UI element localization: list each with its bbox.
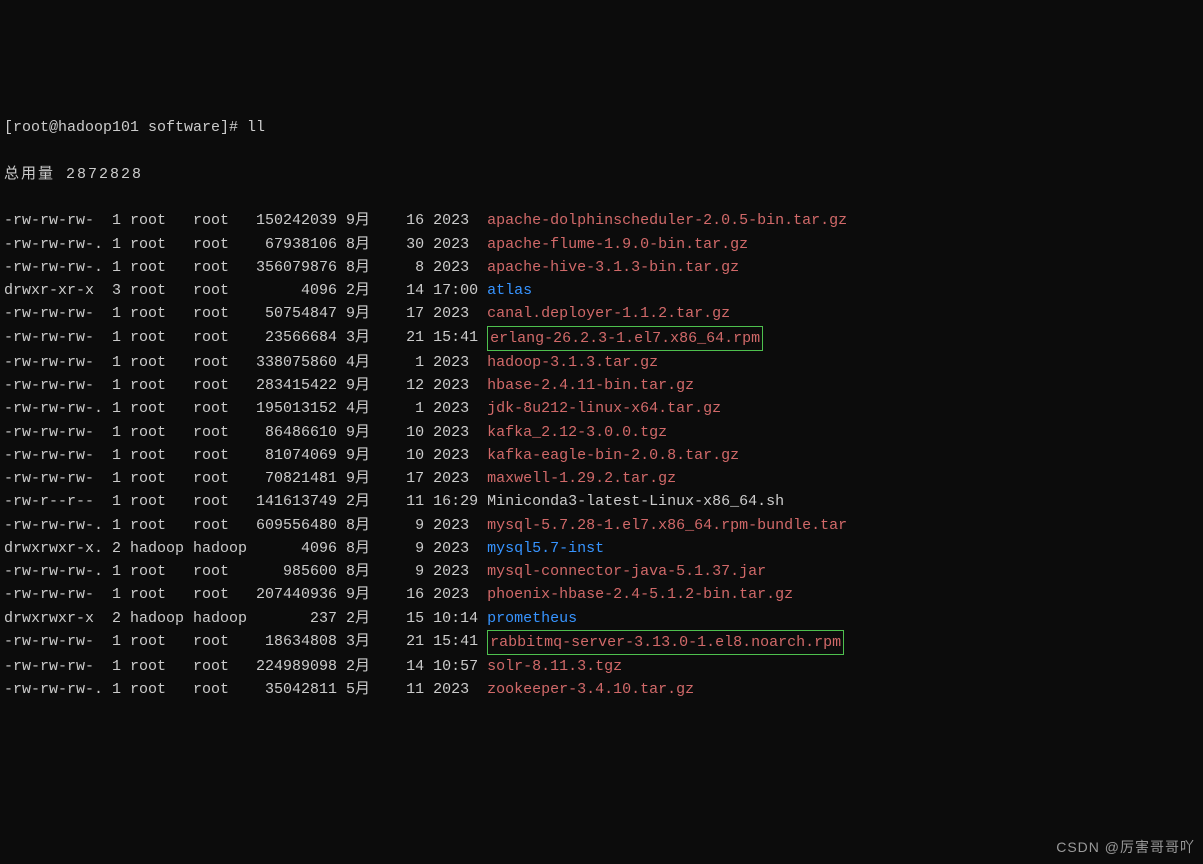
file-name: Miniconda3-latest-Linux-x86_64.sh — [487, 490, 784, 513]
file-name: apache-dolphinscheduler-2.0.5-bin.tar.gz — [487, 209, 847, 232]
file-name: rabbitmq-server-3.13.0-1.el8.noarch.rpm — [487, 630, 844, 655]
file-name: hbase-2.4.11-bin.tar.gz — [487, 374, 694, 397]
file-name: solr-8.11.3.tgz — [487, 655, 622, 678]
file-name: apache-hive-3.1.3-bin.tar.gz — [487, 256, 739, 279]
file-name: hadoop-3.1.3.tar.gz — [487, 351, 658, 374]
permissions: drwxrwxr-x 2 hadoop hadoop 237 2月 15 10:… — [4, 607, 487, 630]
table-row: -rw-rw-rw- 1 root root 18634808 3月 21 15… — [4, 630, 1199, 655]
table-row: -rw-rw-rw- 1 root root 207440936 9月 16 2… — [4, 583, 1199, 606]
file-listing: -rw-rw-rw- 1 root root 150242039 9月 16 2… — [4, 209, 1199, 701]
table-row: -rw-rw-rw- 1 root root 150242039 9月 16 2… — [4, 209, 1199, 232]
permissions: -rw-rw-rw-. 1 root root 356079876 8月 8 2… — [4, 256, 487, 279]
file-name: mysql5.7-inst — [487, 537, 604, 560]
permissions: drwxr-xr-x 3 root root 4096 2月 14 17:00 — [4, 279, 487, 302]
permissions: -rw-rw-rw-. 1 root root 35042811 5月 11 2… — [4, 678, 487, 701]
file-name: canal.deployer-1.1.2.tar.gz — [487, 302, 730, 325]
table-row: -rw-rw-rw-. 1 root root 609556480 8月 9 2… — [4, 514, 1199, 537]
table-row: -rw-rw-rw- 1 root root 50754847 9月 17 20… — [4, 302, 1199, 325]
table-row: -rw-rw-rw- 1 root root 338075860 4月 1 20… — [4, 351, 1199, 374]
file-name: kafka_2.12-3.0.0.tgz — [487, 421, 667, 444]
total-line: 总用量 2872828 — [4, 163, 1199, 186]
table-row: -rw-rw-rw-. 1 root root 67938106 8月 30 2… — [4, 233, 1199, 256]
terminal-output: [root@hadoop101 software]# ll 总用量 287282… — [4, 93, 1199, 725]
permissions: -rw-rw-rw-. 1 root root 609556480 8月 9 2… — [4, 514, 487, 537]
file-name: prometheus — [487, 607, 577, 630]
permissions: -rw-rw-rw- 1 root root 50754847 9月 17 20… — [4, 302, 487, 325]
file-name: phoenix-hbase-2.4-5.1.2-bin.tar.gz — [487, 583, 793, 606]
watermark: CSDN @厉害哥哥吖 — [1056, 837, 1195, 859]
table-row: -rw-rw-rw- 1 root root 224989098 2月 14 1… — [4, 655, 1199, 678]
file-name: erlang-26.2.3-1.el7.x86_64.rpm — [487, 326, 763, 351]
permissions: -rw-rw-rw- 1 root root 338075860 4月 1 20… — [4, 351, 487, 374]
permissions: drwxrwxr-x. 2 hadoop hadoop 4096 8月 9 20… — [4, 537, 487, 560]
permissions: -rw-rw-rw- 1 root root 224989098 2月 14 1… — [4, 655, 487, 678]
table-row: -rw-rw-rw-. 1 root root 195013152 4月 1 2… — [4, 397, 1199, 420]
permissions: -rw-rw-rw- 1 root root 18634808 3月 21 15… — [4, 630, 487, 655]
table-row: drwxr-xr-x 3 root root 4096 2月 14 17:00 … — [4, 279, 1199, 302]
table-row: -rw-r--r-- 1 root root 141613749 2月 11 1… — [4, 490, 1199, 513]
file-name: mysql-connector-java-5.1.37.jar — [487, 560, 766, 583]
table-row: -rw-rw-rw- 1 root root 70821481 9月 17 20… — [4, 467, 1199, 490]
table-row: drwxrwxr-x. 2 hadoop hadoop 4096 8月 9 20… — [4, 537, 1199, 560]
permissions: -rw-rw-rw- 1 root root 23566684 3月 21 15… — [4, 326, 487, 351]
permissions: -rw-r--r-- 1 root root 141613749 2月 11 1… — [4, 490, 487, 513]
permissions: -rw-rw-rw- 1 root root 86486610 9月 10 20… — [4, 421, 487, 444]
prompt-line[interactable]: [root@hadoop101 software]# ll — [4, 116, 1199, 139]
permissions: -rw-rw-rw-. 1 root root 195013152 4月 1 2… — [4, 397, 487, 420]
file-name: kafka-eagle-bin-2.0.8.tar.gz — [487, 444, 739, 467]
permissions: -rw-rw-rw- 1 root root 207440936 9月 16 2… — [4, 583, 487, 606]
file-name: atlas — [487, 279, 532, 302]
permissions: -rw-rw-rw- 1 root root 283415422 9月 12 2… — [4, 374, 487, 397]
table-row: -rw-rw-rw-. 1 root root 35042811 5月 11 2… — [4, 678, 1199, 701]
file-name: jdk-8u212-linux-x64.tar.gz — [487, 397, 721, 420]
file-name: maxwell-1.29.2.tar.gz — [487, 467, 676, 490]
table-row: -rw-rw-rw- 1 root root 283415422 9月 12 2… — [4, 374, 1199, 397]
permissions: -rw-rw-rw-. 1 root root 985600 8月 9 2023 — [4, 560, 487, 583]
permissions: -rw-rw-rw- 1 root root 70821481 9月 17 20… — [4, 467, 487, 490]
file-name: apache-flume-1.9.0-bin.tar.gz — [487, 233, 748, 256]
file-name: zookeeper-3.4.10.tar.gz — [487, 678, 694, 701]
table-row: -rw-rw-rw-. 1 root root 985600 8月 9 2023… — [4, 560, 1199, 583]
permissions: -rw-rw-rw- 1 root root 81074069 9月 10 20… — [4, 444, 487, 467]
permissions: -rw-rw-rw- 1 root root 150242039 9月 16 2… — [4, 209, 487, 232]
table-row: -rw-rw-rw- 1 root root 23566684 3月 21 15… — [4, 326, 1199, 351]
table-row: -rw-rw-rw- 1 root root 81074069 9月 10 20… — [4, 444, 1199, 467]
file-name: mysql-5.7.28-1.el7.x86_64.rpm-bundle.tar — [487, 514, 847, 537]
permissions: -rw-rw-rw-. 1 root root 67938106 8月 30 2… — [4, 233, 487, 256]
table-row: drwxrwxr-x 2 hadoop hadoop 237 2月 15 10:… — [4, 607, 1199, 630]
table-row: -rw-rw-rw-. 1 root root 356079876 8月 8 2… — [4, 256, 1199, 279]
table-row: -rw-rw-rw- 1 root root 86486610 9月 10 20… — [4, 421, 1199, 444]
